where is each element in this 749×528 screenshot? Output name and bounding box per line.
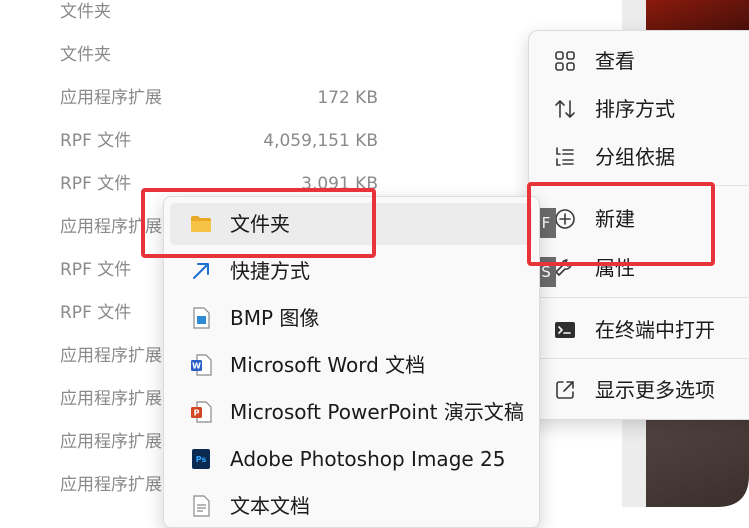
file-type: 应用程序扩展 [60, 88, 162, 108]
menu-item-label: 排序方式 [595, 97, 675, 121]
file-size: 4,059,151 KB [263, 131, 378, 151]
submenu-item-label: 快捷方式 [230, 259, 310, 283]
grid-view-icon [555, 51, 575, 71]
file-type: RPF 文件 [60, 303, 132, 323]
menu-item-view[interactable]: 查看 [529, 38, 749, 84]
submenu-item-word[interactable]: W Microsoft Word 文档 [170, 344, 532, 386]
file-type: RPF 文件 [60, 131, 132, 151]
more-options-icon [556, 381, 574, 399]
menu-item-label: 显示更多选项 [595, 378, 715, 402]
submenu-item-photoshop[interactable]: Ps Adobe Photoshop Image 25 [170, 438, 532, 480]
file-type: 应用程序扩展 [60, 389, 162, 409]
menu-divider [529, 297, 749, 298]
file-type: 文件夹 [60, 2, 111, 22]
highlight-box-new [527, 182, 715, 266]
menu-divider [529, 358, 749, 359]
submenu-item-label: Adobe Photoshop Image 25 [230, 447, 506, 471]
menu-item-show-more-options[interactable]: 显示更多选项 [529, 367, 749, 413]
menu-item-label: 在终端中打开 [595, 318, 715, 342]
submenu-item-label: BMP 图像 [230, 306, 320, 330]
terminal-icon [555, 322, 575, 338]
highlight-box-folder [141, 188, 376, 258]
svg-text:Ps: Ps [196, 455, 207, 464]
menu-item-label: 分组依据 [595, 145, 675, 169]
submenu-item-label: Microsoft PowerPoint 演示文稿 [230, 400, 524, 424]
submenu-item-text[interactable]: 文本文档 [170, 485, 532, 527]
submenu-item-powerpoint[interactable]: P Microsoft PowerPoint 演示文稿 [170, 391, 532, 433]
menu-item-open-terminal[interactable]: 在终端中打开 [529, 307, 749, 353]
svg-text:W: W [192, 362, 201, 371]
submenu-item-label: Microsoft Word 文档 [230, 353, 426, 377]
svg-text:P: P [194, 409, 200, 418]
file-type: 应用程序扩展 [60, 346, 162, 366]
file-type: 应用程序扩展 [60, 432, 162, 452]
menu-item-label: 查看 [595, 49, 635, 73]
group-list-icon [556, 147, 574, 166]
text-document-icon [193, 495, 210, 517]
file-type: RPF 文件 [60, 174, 132, 194]
photoshop-document-icon: Ps [192, 449, 210, 469]
bmp-image-icon [193, 307, 210, 329]
menu-item-group-by[interactable]: 分组依据 [529, 134, 749, 180]
file-type: 文件夹 [60, 45, 111, 65]
submenu-item-label: 文本文档 [230, 494, 310, 518]
powerpoint-document-icon: P [191, 401, 212, 423]
file-type: 应用程序扩展 [60, 475, 162, 495]
menu-item-sort[interactable]: 排序方式 [529, 86, 749, 132]
word-document-icon: W [191, 354, 212, 376]
submenu-item-bmp[interactable]: BMP 图像 [170, 297, 532, 339]
file-type: RPF 文件 [60, 260, 132, 280]
file-size: 172 KB [317, 88, 378, 108]
shortcut-arrow-icon [193, 263, 209, 279]
sort-arrows-icon [555, 100, 575, 118]
